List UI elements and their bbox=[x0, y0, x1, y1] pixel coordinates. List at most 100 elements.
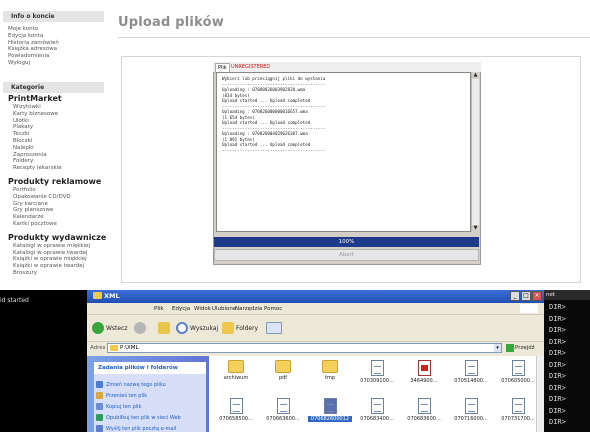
go-button[interactable]: Przejdź bbox=[505, 343, 541, 353]
category-link[interactable]: Foldery bbox=[13, 158, 33, 165]
folder-item[interactable]: archiwum bbox=[214, 360, 258, 381]
category-link[interactable]: Zaproszenia bbox=[13, 152, 47, 159]
task-link[interactable]: Przenieś ten plik bbox=[106, 393, 147, 399]
up-folder-icon[interactable] bbox=[158, 322, 170, 334]
file-name: 3464900... bbox=[410, 378, 438, 384]
terminal-line: DIR> bbox=[549, 314, 566, 323]
applet-tab-bar: Plik UNREGISTERED bbox=[213, 62, 481, 73]
file-item[interactable]: 070683400... bbox=[355, 398, 399, 422]
file-name: 070716000... bbox=[454, 416, 488, 422]
file-item[interactable]: 070514800... bbox=[449, 360, 493, 384]
explorer-toolbar bbox=[87, 315, 544, 341]
file-item[interactable]: 070731700... bbox=[496, 398, 540, 422]
views-icon[interactable] bbox=[266, 322, 282, 334]
account-link[interactable]: Książka adresowa bbox=[8, 46, 57, 53]
maximize-icon[interactable]: □ bbox=[521, 291, 531, 301]
forward-arrow-icon[interactable] bbox=[134, 322, 146, 334]
file-item[interactable]: 070663600... bbox=[261, 398, 305, 422]
menu-item[interactable]: Edycja bbox=[172, 306, 190, 312]
upload-log[interactable]: Wybierz lub przeciągnij pliki do wysłani… bbox=[216, 72, 471, 232]
account-section-header: Info o koncie bbox=[3, 11, 104, 22]
abort-button[interactable]: Abort bbox=[214, 249, 479, 261]
category-heading[interactable]: Produkty wydawnicze bbox=[8, 233, 106, 242]
minimize-icon[interactable]: _ bbox=[510, 291, 520, 301]
category-link[interactable]: Portfolio bbox=[13, 187, 36, 194]
folders-button[interactable]: Foldery bbox=[236, 325, 258, 332]
chevron-down-icon[interactable]: ▾ bbox=[494, 344, 501, 352]
file-item[interactable]: 3464900... bbox=[402, 360, 446, 384]
file-name: 070309100... bbox=[360, 378, 394, 384]
background-window bbox=[0, 290, 87, 432]
task-link[interactable]: Zmień nazwę tego pliku bbox=[106, 382, 166, 388]
back-button[interactable]: Wstecz bbox=[106, 325, 128, 332]
terminal-line: DIR> bbox=[549, 383, 566, 392]
file-item[interactable]: 070682600012 bbox=[308, 398, 352, 422]
category-link[interactable]: Katalogi w oprawie twardej bbox=[13, 250, 88, 257]
category-link[interactable]: Katalogi w oprawie miękkiej bbox=[13, 243, 90, 250]
task-link[interactable]: Kopiuj ten plik bbox=[106, 404, 141, 410]
file-item[interactable]: 070605000... bbox=[496, 360, 540, 384]
category-link[interactable]: Ulotki bbox=[13, 118, 29, 125]
folder-icon bbox=[93, 292, 102, 299]
folder-item[interactable]: tmp bbox=[308, 360, 352, 381]
address-input[interactable] bbox=[107, 343, 502, 353]
folders-icon[interactable] bbox=[222, 322, 234, 334]
file-item[interactable]: 070716000... bbox=[449, 398, 493, 422]
scroll-up-icon[interactable]: ▲ bbox=[472, 72, 479, 79]
category-link[interactable]: Kartki pocztowe bbox=[13, 221, 57, 228]
category-link[interactable]: Karty biznesowe bbox=[13, 111, 58, 118]
xml-file-icon bbox=[464, 360, 478, 376]
terminal-line: DIR> bbox=[549, 372, 566, 380]
account-link[interactable]: Edycja konta bbox=[8, 33, 43, 40]
file-item[interactable]: 070658500... bbox=[214, 398, 258, 422]
category-link[interactable]: Plakaty bbox=[13, 124, 33, 131]
folder-item[interactable]: pdf bbox=[261, 360, 305, 381]
category-link[interactable]: Broszury bbox=[13, 270, 37, 277]
category-link[interactable]: Opakowanie CD/DVD bbox=[13, 194, 71, 201]
file-name: archiwum bbox=[223, 375, 249, 381]
search-button[interactable]: Wyszukaj bbox=[190, 325, 218, 332]
account-link[interactable]: Moje konto bbox=[8, 26, 38, 33]
task-icon bbox=[96, 381, 103, 388]
search-icon[interactable] bbox=[176, 322, 188, 334]
menu-item[interactable]: Pomoc bbox=[264, 306, 282, 312]
category-link[interactable]: Teczki bbox=[13, 131, 29, 138]
close-icon[interactable]: × bbox=[532, 291, 542, 301]
account-link[interactable]: Powiadomienia bbox=[8, 53, 49, 60]
category-link[interactable]: Wizytówki bbox=[13, 104, 41, 111]
category-heading[interactable]: Produkty reklamowe bbox=[8, 177, 101, 186]
category-link[interactable]: Nalepki bbox=[13, 145, 34, 152]
address-label: Adres bbox=[90, 345, 106, 351]
log-scrollbar[interactable]: ▲ ▼ bbox=[471, 72, 479, 232]
menu-item[interactable]: Widok bbox=[194, 306, 211, 312]
log-line: ----------------------------------------… bbox=[222, 147, 326, 153]
category-link[interactable]: Bloczki bbox=[13, 138, 32, 145]
task-link[interactable]: Wyślij ten plik pocztą e-mail bbox=[106, 426, 176, 432]
folder-icon bbox=[322, 360, 338, 373]
menu-item[interactable]: Plik bbox=[154, 306, 164, 312]
account-link[interactable]: Historia zamówień bbox=[8, 40, 59, 47]
file-item[interactable]: 070309100... bbox=[355, 360, 399, 384]
category-link[interactable]: Gry karciane bbox=[13, 201, 48, 208]
terminal-line: DIR> bbox=[549, 303, 566, 311]
account-link[interactable]: Wyloguj bbox=[8, 60, 30, 67]
category-link[interactable]: Gry planszowe bbox=[13, 207, 53, 214]
category-heading[interactable]: PrintMarket bbox=[8, 94, 62, 103]
explorer-title-bar[interactable] bbox=[87, 290, 544, 303]
scroll-down-icon[interactable]: ▼ bbox=[472, 225, 479, 232]
terminal-title: net bbox=[544, 290, 590, 300]
terminal-line: DIR> bbox=[549, 406, 566, 415]
menu-item[interactable]: Ulubione bbox=[212, 306, 236, 312]
file-name: 070658500... bbox=[219, 416, 253, 422]
file-list-scrollbar[interactable] bbox=[536, 356, 544, 432]
back-arrow-icon[interactable] bbox=[92, 322, 104, 334]
category-link[interactable]: Książki w oprawie twardej bbox=[13, 263, 84, 270]
category-link[interactable]: Recepty lekarskie bbox=[13, 165, 62, 172]
unregistered-label: UNREGISTERED bbox=[231, 64, 271, 70]
menu-item[interactable]: Narzędzia bbox=[235, 306, 262, 312]
task-link[interactable]: Opublikuj ten plik w sieci Web bbox=[106, 415, 181, 421]
category-link[interactable]: Kalendarze bbox=[13, 214, 44, 221]
category-link[interactable]: Książki w oprawie miękkiej bbox=[13, 256, 87, 263]
terminal-line: DIR> bbox=[549, 360, 566, 369]
file-item[interactable]: 070683600... bbox=[402, 398, 446, 422]
